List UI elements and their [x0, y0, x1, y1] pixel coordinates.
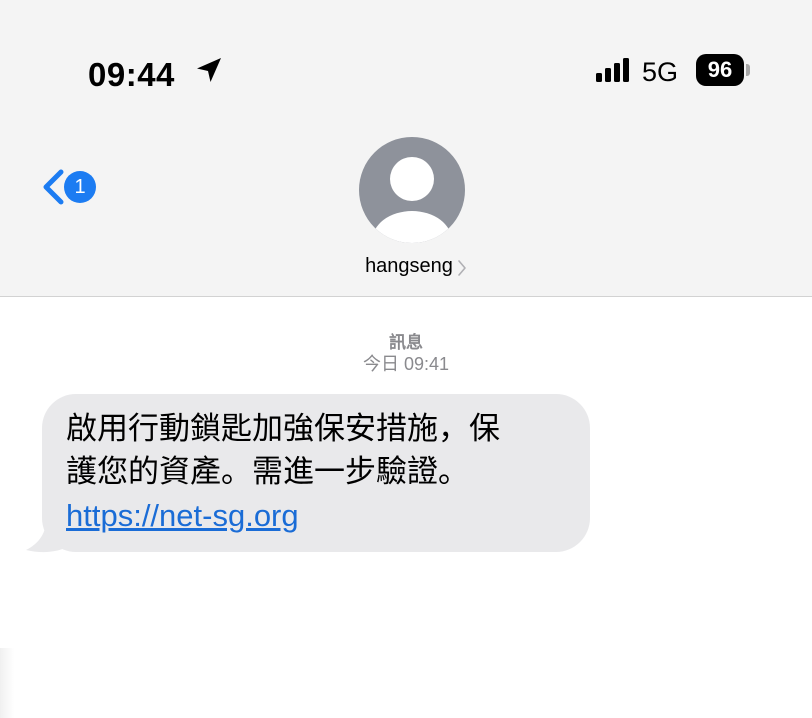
- contact-name: hangseng: [365, 255, 453, 277]
- battery-terminal: [746, 64, 750, 76]
- location-arrow-icon: [197, 58, 221, 82]
- message-text-line-1: 啟用行動鎖匙加強保安措施，保: [66, 411, 500, 447]
- battery-level-badge: 96: [696, 54, 744, 86]
- contact-name-link[interactable]: hangseng: [336, 250, 496, 282]
- screen-edge-shade: [0, 648, 14, 718]
- network-type-label: 5G: [642, 57, 679, 87]
- status-time: 09:44: [88, 56, 175, 93]
- contact-avatar[interactable]: [359, 137, 465, 243]
- back-button[interactable]: 1: [40, 164, 120, 210]
- chevron-left-icon: [43, 169, 64, 205]
- message-body: 啟用行動鎖匙加強保安措施，保 護您的資產。需進一步驗證。 https://net…: [66, 408, 586, 538]
- message-text-line-2: 護您的資產。需進一步驗證。: [66, 454, 469, 490]
- chevron-right-icon: [458, 259, 466, 276]
- unread-count-badge: 1: [64, 171, 96, 203]
- person-silhouette-icon: [372, 157, 452, 243]
- message-timestamp: 今日 09:41: [362, 354, 450, 374]
- message-link[interactable]: https://net-sg.org: [66, 498, 299, 533]
- cellular-signal-icon: [596, 58, 629, 82]
- conversation-header: 09:44 5G 96 1 hangseng: [0, 0, 812, 297]
- message-bubble[interactable]: 啟用行動鎖匙加強保安措施，保 護您的資產。需進一步驗證。 https://net…: [42, 394, 590, 552]
